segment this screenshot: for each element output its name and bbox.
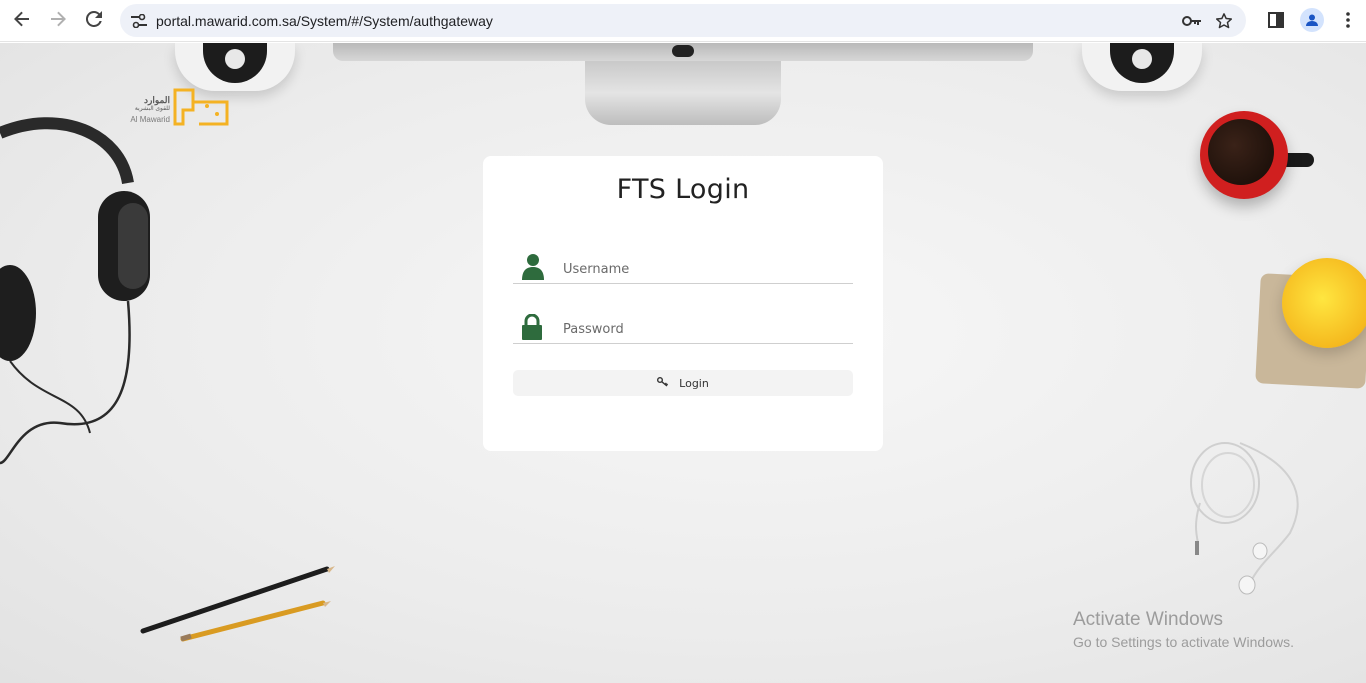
headphones-decoration — [0, 117, 150, 465]
side-panel-icon[interactable] — [1264, 8, 1288, 32]
login-button[interactable]: Login — [513, 370, 853, 396]
username-input[interactable] — [553, 254, 853, 285]
activation-watermark: Activate Windows Go to Settings to activ… — [1073, 609, 1294, 650]
logo-mark-icon — [173, 88, 229, 126]
reload-button[interactable] — [76, 3, 112, 39]
login-card: FTS Login Login — [483, 156, 883, 451]
pencils-decoration — [140, 566, 335, 642]
watermark-subtitle: Go to Settings to activate Windows. — [1073, 634, 1294, 650]
kebab-menu-icon[interactable] — [1336, 8, 1360, 32]
username-field — [513, 250, 853, 285]
address-bar[interactable]: portal.mawarid.com.sa/System/#/System/au… — [120, 4, 1246, 37]
star-icon[interactable] — [1212, 9, 1236, 33]
lock-icon — [513, 313, 553, 340]
key-icon — [657, 376, 669, 390]
speaker-decoration — [1082, 43, 1202, 91]
login-title: FTS Login — [616, 174, 750, 205]
user-icon — [513, 253, 553, 280]
reload-icon — [85, 10, 102, 31]
tune-icon[interactable] — [124, 13, 154, 28]
profile-button[interactable] — [1300, 8, 1324, 32]
password-field — [513, 310, 853, 345]
arrow-left-icon — [14, 11, 30, 31]
url-text[interactable]: portal.mawarid.com.sa/System/#/System/au… — [156, 13, 1180, 29]
person-icon — [1300, 8, 1324, 32]
login-page: الموارد للقوى البشرية Al Mawarid FTS Log… — [0, 43, 1366, 683]
login-button-label: Login — [679, 376, 709, 390]
watermark-title: Activate Windows — [1073, 609, 1223, 630]
juice-glass-decoration — [1282, 258, 1366, 348]
speaker-decoration — [175, 43, 295, 91]
back-button[interactable] — [4, 3, 40, 39]
monitor-stand-decoration — [585, 61, 781, 125]
earbuds-decoration — [1190, 442, 1299, 595]
forward-button[interactable] — [40, 3, 76, 39]
apple-logo-icon — [672, 45, 694, 57]
arrow-right-icon — [50, 11, 66, 31]
password-input[interactable] — [553, 314, 853, 345]
browser-toolbar: portal.mawarid.com.sa/System/#/System/au… — [0, 0, 1366, 42]
key-icon[interactable] — [1180, 9, 1204, 33]
coffee-cup-decoration — [1200, 111, 1288, 199]
